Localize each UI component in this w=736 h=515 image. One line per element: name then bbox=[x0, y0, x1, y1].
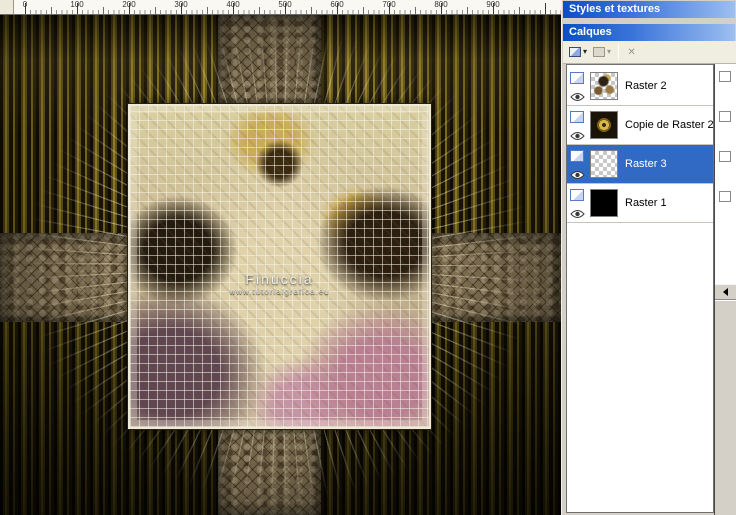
layer-link-toggle[interactable] bbox=[719, 111, 731, 122]
layer-name: Raster 1 bbox=[625, 197, 667, 209]
delete-layer-button[interactable]: ✕ bbox=[624, 43, 639, 62]
styles-palette-title: Styles et textures bbox=[569, 3, 661, 15]
eye-icon bbox=[570, 171, 585, 179]
layer-row-raster-1[interactable]: Raster 1 bbox=[567, 184, 713, 223]
eye-icon bbox=[570, 210, 585, 218]
chevron-down-icon: ▾ bbox=[583, 47, 588, 56]
layers-palette-titlebar[interactable]: Calques bbox=[563, 24, 735, 41]
collapse-arrow-icon bbox=[723, 288, 728, 296]
layer-type-icon bbox=[570, 111, 584, 123]
watermark-name: Finuccia bbox=[245, 271, 314, 287]
layer-type-icon bbox=[570, 189, 584, 201]
visibility-toggle[interactable] bbox=[570, 89, 585, 101]
ruler-label: 200 bbox=[122, 0, 136, 9]
layer-type-icon bbox=[570, 72, 584, 84]
ruler-label: 500 bbox=[278, 0, 292, 9]
visibility-toggle[interactable] bbox=[570, 167, 585, 179]
delete-icon: ✕ bbox=[627, 46, 636, 58]
visibility-toggle[interactable] bbox=[570, 206, 585, 218]
ruler-label: 900 bbox=[486, 0, 500, 9]
layer-link-toggle[interactable] bbox=[719, 151, 731, 162]
layer-type-icon bbox=[570, 150, 584, 162]
layer-row-copie-de-raster-2[interactable]: Copie de Raster 2 bbox=[567, 106, 714, 145]
layer-thumbnail bbox=[590, 72, 618, 100]
layer-name: Copie de Raster 2 bbox=[625, 119, 714, 131]
toolbar-separator bbox=[618, 44, 620, 60]
watermark: Finuccia www.tutorialgrafica.eu bbox=[130, 271, 429, 296]
layer-name: Raster 2 bbox=[625, 80, 667, 92]
layer-link-toggle[interactable] bbox=[719, 191, 731, 202]
panel-collapse-button[interactable] bbox=[715, 284, 736, 300]
layer-row-raster-3[interactable]: Raster 3 bbox=[567, 145, 713, 184]
ruler-label: 400 bbox=[226, 0, 240, 9]
ruler-label: 600 bbox=[330, 0, 344, 9]
palettes-panel: Styles et textures Calques ▾ ▾ ✕ Raster … bbox=[561, 0, 736, 515]
ruler-label: 100 bbox=[70, 0, 84, 9]
palette-side-strip bbox=[714, 64, 736, 515]
layers-toolbar: ▾ ▾ ✕ bbox=[563, 41, 736, 64]
layer-thumbnail bbox=[590, 150, 618, 178]
canvas-area: 0 100 200 300 400 500 600 700 800 900 Fi… bbox=[0, 0, 561, 515]
mosaic-center-square: Finuccia www.tutorialgrafica.eu bbox=[128, 104, 431, 429]
watermark-url: www.tutorialgrafica.eu bbox=[229, 287, 330, 296]
strip-bottom-filler bbox=[715, 301, 736, 515]
layers-palette-title: Calques bbox=[569, 26, 612, 38]
visibility-toggle[interactable] bbox=[570, 128, 585, 140]
ruler-label: 700 bbox=[382, 0, 396, 9]
new-layer-type-button[interactable]: ▾ bbox=[567, 43, 589, 62]
layer-thumbnail bbox=[590, 189, 618, 217]
layer-thumbnail bbox=[590, 111, 618, 139]
canvas-image[interactable]: Finuccia www.tutorialgrafica.eu bbox=[0, 15, 561, 515]
eye-icon bbox=[570, 93, 585, 101]
layer-row-raster-2[interactable]: Raster 2 bbox=[567, 67, 713, 106]
ruler-label: 0 bbox=[22, 0, 28, 9]
layers-icon bbox=[569, 47, 581, 57]
ruler-label: 300 bbox=[174, 0, 188, 9]
styles-palette-titlebar[interactable]: Styles et textures bbox=[563, 1, 735, 18]
layers-list: Raster 2 Copie de Raster 2 Raster 3 Rast… bbox=[566, 64, 714, 513]
layer-name: Raster 3 bbox=[625, 158, 667, 170]
mosaic-tile-grid bbox=[130, 106, 429, 427]
chevron-down-icon: ▾ bbox=[607, 47, 612, 56]
mask-icon bbox=[593, 47, 606, 57]
layer-link-toggle[interactable] bbox=[719, 71, 731, 82]
new-mask-button[interactable]: ▾ bbox=[591, 43, 613, 62]
eye-icon bbox=[570, 132, 585, 140]
ruler-corner bbox=[0, 0, 14, 15]
horizontal-ruler[interactable]: 0 100 200 300 400 500 600 700 800 900 bbox=[14, 0, 561, 15]
ruler-label: 800 bbox=[434, 0, 448, 9]
